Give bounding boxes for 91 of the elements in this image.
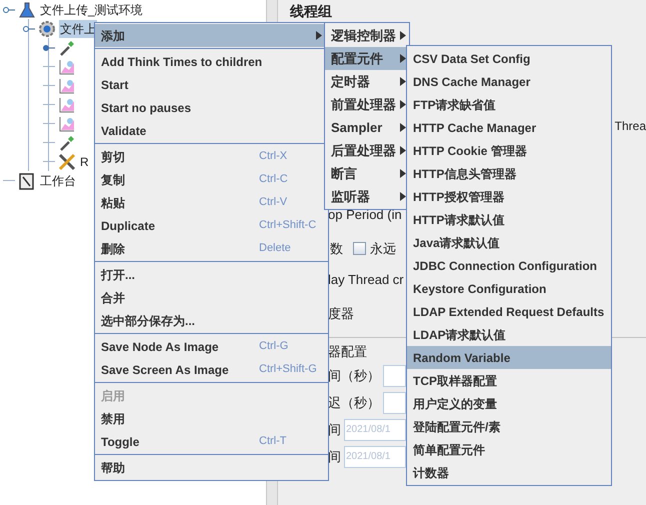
menu-item[interactable]: JDBC Connection Configuration [407, 254, 611, 277]
tree-node[interactable]: R [79, 152, 90, 170]
submenu-arrow-icon [400, 100, 406, 109]
submenu-arrow-icon [400, 169, 406, 178]
dropper-icon [58, 134, 76, 152]
menu-item[interactable]: Random Variable [407, 346, 611, 369]
submenu-arrow-icon [400, 31, 406, 40]
menu-item[interactable]: HTTP Cookie 管理器 [407, 139, 611, 162]
menu-item[interactable]: Save Screen As Image Ctrl+Shift-G [95, 358, 328, 381]
notebook-icon [18, 172, 36, 190]
field-label: 间 [328, 421, 341, 440]
menu-item[interactable]: LDAP请求默认值 [407, 323, 611, 346]
forever-checkbox[interactable] [353, 242, 366, 255]
menu-item[interactable]: 配置元件 [325, 47, 409, 70]
menu-item[interactable]: 用户定义的变量 [407, 392, 611, 415]
menu-item[interactable]: 后置处理器 [325, 139, 409, 162]
menu-item[interactable]: HTTP Cache Manager [407, 116, 611, 139]
shortcut-label: Ctrl-C [259, 172, 288, 188]
menu-item[interactable]: 选中部分保存为... [95, 309, 328, 332]
shortcut-label: Ctrl-V [259, 195, 288, 210]
expand-handle-icon[interactable] [43, 44, 55, 52]
input-field[interactable] [383, 392, 406, 414]
menu-item[interactable]: 简单配置元件 [407, 438, 611, 461]
menu-item[interactable]: Sampler [325, 116, 409, 139]
menu-item[interactable]: LDAP Extended Request Defaults [407, 300, 611, 323]
shortcut-label: Ctrl+Shift-G [259, 362, 317, 378]
menu-item[interactable]: 禁用 [95, 407, 328, 430]
input-field[interactable] [383, 365, 406, 387]
chart-icon [58, 96, 76, 114]
submenu-arrow-icon [400, 77, 406, 86]
menu-item[interactable]: FTP请求缺省值 [407, 93, 611, 116]
submenu-arrow-icon [400, 54, 406, 63]
checkbox-label: 永远 [370, 240, 396, 258]
field-label: 度器 [328, 304, 354, 322]
chart-icon [58, 58, 76, 76]
chart-icon [58, 114, 76, 132]
chart-icon [58, 76, 76, 94]
shortcut-label: Ctrl+Shift-C [259, 218, 316, 234]
dropper-icon [58, 38, 76, 56]
shortcut-label: Delete [259, 241, 291, 256]
submenu-arrow-icon [400, 123, 406, 132]
field-label: 迟（秒） [328, 394, 380, 412]
tree-node[interactable]: 工作台 [39, 172, 77, 190]
menu-item[interactable]: DNS Cache Manager [407, 70, 611, 93]
menu-item[interactable]: 前置处理器 [325, 93, 409, 116]
panel-title: 线程组 [290, 3, 332, 20]
menu-item[interactable]: Toggle Ctrl-T [95, 430, 328, 453]
menu-item[interactable]: HTTP信息头管理器 [407, 162, 611, 185]
menu-item[interactable]: 打开... [95, 263, 328, 286]
expand-handle-icon[interactable] [3, 6, 15, 14]
menu-item[interactable]: HTTP授权管理器 [407, 185, 611, 208]
menu-item[interactable]: Validate [95, 119, 328, 142]
menu-item[interactable]: Add Think Times to children [95, 50, 328, 73]
menu-item[interactable]: 帮助 [95, 456, 328, 479]
menu-item[interactable]: 复制 Ctrl-C [95, 168, 328, 191]
shortcut-label: Ctrl-G [259, 339, 288, 354]
menu-item[interactable]: 剪切 Ctrl-X [95, 145, 328, 168]
submenu-arrow-icon [400, 146, 406, 155]
submenu-arrow-icon [400, 192, 406, 201]
shortcut-label: Ctrl-T [259, 434, 286, 450]
menu-item[interactable]: Java请求默认值 [407, 231, 611, 254]
menu-item[interactable]: 定时器 [325, 70, 409, 93]
expand-handle-icon[interactable] [23, 24, 35, 32]
menu-item[interactable]: Start no pauses [95, 96, 328, 119]
menu-item[interactable]: 删除 Delete [95, 237, 328, 260]
gear-icon [38, 20, 56, 38]
flask-icon [18, 0, 36, 18]
field-label: op Period (in [328, 206, 402, 224]
menu-item[interactable]: CSV Data Set Config [407, 47, 611, 70]
menu-item[interactable]: 计数器 [407, 461, 611, 484]
menu-item[interactable]: 逻辑控制器 [325, 24, 409, 47]
shortcut-label: Ctrl-X [259, 149, 288, 164]
field-label: lay Thread cr [328, 271, 404, 289]
menu-item[interactable]: Start [95, 73, 328, 96]
group-title: 器配置 [328, 343, 367, 361]
tree-node[interactable]: 文件上传_测试环境 [39, 0, 144, 18]
menu-item[interactable]: 断言 [325, 162, 409, 185]
menu-item[interactable]: Keystore Configuration [407, 277, 611, 300]
menu-item[interactable]: 粘贴 Ctrl-V [95, 191, 328, 214]
menu-item[interactable]: HTTP请求默认值 [407, 208, 611, 231]
menu-item[interactable]: 监听器 [325, 185, 409, 208]
menu-item[interactable]: Save Node As Image Ctrl-G [95, 335, 328, 358]
menu-item[interactable]: 登陆配置元件/素 [407, 415, 611, 438]
menu-item[interactable]: 合并 [95, 286, 328, 309]
field-label: 间 [328, 448, 341, 466]
tools-icon [58, 152, 76, 170]
field-label: Threa [614, 118, 646, 135]
menu-item[interactable]: Duplicate Ctrl+Shift-C [95, 214, 328, 237]
field-label: 间（秒） [328, 367, 380, 386]
field-label: 数 [330, 240, 343, 258]
menu-item[interactable]: TCP取样器配置 [407, 369, 611, 392]
